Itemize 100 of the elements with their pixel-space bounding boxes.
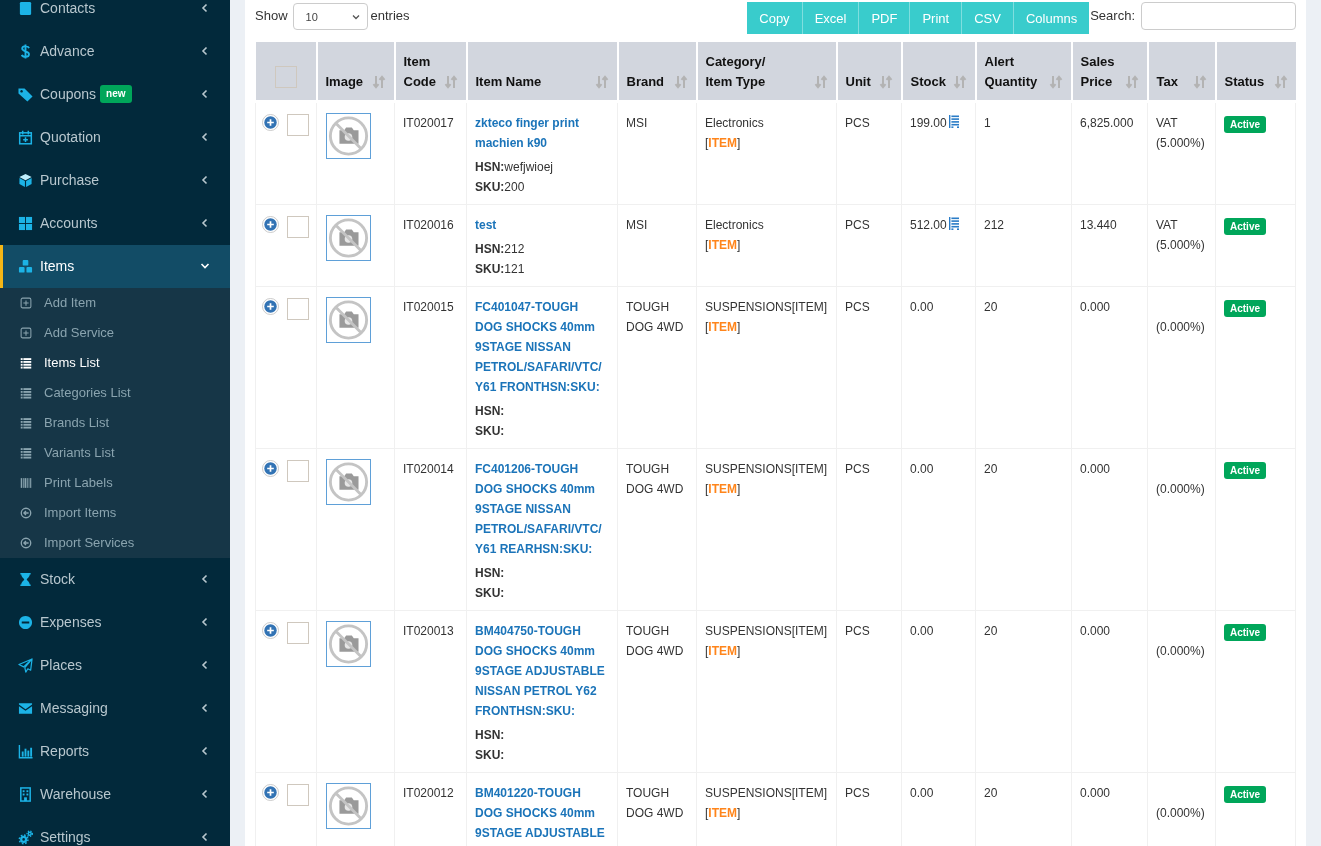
cubes-icon <box>18 258 33 274</box>
column-header[interactable]: Stock <box>901 42 976 102</box>
plus-circle-icon[interactable] <box>262 114 279 131</box>
table-cell: 1 <box>975 101 1072 205</box>
sidebar-item[interactable]: Places <box>0 643 230 687</box>
sidebar-item[interactable]: Quotation <box>0 115 230 159</box>
circle-arrow-left-icon <box>20 536 32 549</box>
plus-circle-icon[interactable] <box>262 298 279 315</box>
category-text: SUSPENSIONS[ITEM] <box>705 623 828 640</box>
column-header[interactable]: Status <box>1215 42 1296 102</box>
sidebar-item[interactable]: Accounts <box>0 201 230 245</box>
table-cell: 0.000 <box>1071 448 1148 611</box>
row-checkbox[interactable] <box>287 622 309 644</box>
sort-icon <box>1273 75 1288 89</box>
column-header[interactable]: Tax <box>1147 42 1216 102</box>
hsn-text: HSN: <box>475 565 505 582</box>
submenu-item[interactable]: Add Item <box>0 287 230 318</box>
submenu-item[interactable]: Print Labels <box>0 467 230 498</box>
table-cell: 20 <box>975 448 1072 611</box>
sidebar-item[interactable]: Coupons new <box>0 72 230 116</box>
sidebar-item[interactable]: Advance <box>0 29 230 73</box>
table-cell: 13.440 <box>1071 204 1148 287</box>
row-checkbox[interactable] <box>287 460 309 482</box>
status-badge: Active <box>1224 786 1266 803</box>
plus-circle-icon[interactable] <box>262 784 279 801</box>
item-name-link[interactable]: test <box>475 215 497 235</box>
list-icon <box>20 356 32 369</box>
column-header[interactable]: Alert Quantity <box>975 42 1072 102</box>
no-camera-icon <box>326 621 371 667</box>
sidebar-item[interactable]: Settings <box>0 815 230 846</box>
column-header[interactable]: Item Code <box>394 42 467 102</box>
sidebar-item[interactable]: Stock <box>0 557 230 601</box>
row-checkbox[interactable] <box>287 298 309 320</box>
select-all-checkbox[interactable] <box>274 66 297 88</box>
grid-icon <box>18 215 33 231</box>
calendar-plus-icon <box>18 129 33 145</box>
item-name-link[interactable]: BM404750-TOUGH DOG SHOCKS 40mm 9STAGE ADJUSTABLE NISSAN PETROL Y62 FRONTHSN:SKU: <box>475 621 608 721</box>
table-cell: IT020016 <box>394 204 467 287</box>
sidebar-item[interactable]: Warehouse <box>0 772 230 816</box>
status-badge: Active <box>1224 218 1266 235</box>
no-camera-icon <box>326 459 371 505</box>
column-header[interactable]: Unit <box>836 42 902 102</box>
sidebar-item[interactable]: Items <box>0 244 230 288</box>
status-badge: Active <box>1224 462 1266 479</box>
column-header[interactable]: Brand <box>617 42 697 102</box>
column-header[interactable]: Category/ Item Type <box>696 42 837 102</box>
table-cell: 0.000 <box>1071 610 1148 773</box>
submenu-item[interactable]: Items List <box>0 347 230 378</box>
column-header[interactable]: Image <box>316 42 395 102</box>
stock-value: 512.00 <box>910 218 947 232</box>
sidebar-item[interactable]: Purchase <box>0 158 230 202</box>
list-icon[interactable] <box>948 217 959 230</box>
item-name-link[interactable]: zkteco finger print machien k90 <box>475 113 608 153</box>
sku-text: SKU:200 <box>475 179 525 196</box>
sidebar-item[interactable]: Reports <box>0 729 230 773</box>
submenu-item[interactable]: Brands List <box>0 407 230 438</box>
item-type-text: [ITEM] <box>705 481 742 498</box>
item-type-text: [ITEM] <box>705 805 742 822</box>
plus-square-icon <box>20 326 32 339</box>
table-cell: 212 <box>975 204 1072 287</box>
submenu-item[interactable]: Variants List <box>0 437 230 468</box>
plus-circle-icon[interactable] <box>262 622 279 639</box>
list-icon[interactable] <box>948 115 959 128</box>
plus-circle-icon[interactable] <box>262 216 279 233</box>
book-icon <box>18 0 33 16</box>
row-checkbox[interactable] <box>287 784 309 806</box>
item-name-link[interactable]: FC401206-TOUGH DOG SHOCKS 40mm 9STAGE NISSAN PETROL/SAFARI/VTC/Y61 REARHSN:SKU: <box>475 459 608 559</box>
gears-icon <box>18 829 33 845</box>
tax-rate: (0.000%) <box>1156 319 1206 336</box>
item-name-link[interactable]: FC401047-TOUGH DOG SHOCKS 40mm 9STAGE NISSAN PETROL/SAFARI/VTC/Y61 FRONTHSN:SKU: <box>475 297 608 397</box>
submenu-item[interactable]: Import Items <box>0 497 230 528</box>
sort-icon <box>1124 75 1139 89</box>
table-cell: PCS <box>836 448 902 611</box>
circle-arrow-left-icon <box>20 506 32 519</box>
sku-text: SKU: <box>475 747 505 764</box>
table-cell: IT020014 <box>394 448 467 611</box>
row-checkbox[interactable] <box>287 216 309 238</box>
submenu-item[interactable]: Add Service <box>0 317 230 348</box>
list-icon <box>20 416 32 429</box>
sidebar-item[interactable]: Messaging <box>0 686 230 730</box>
list-icon <box>20 446 32 459</box>
sidebar-item[interactable]: Contacts <box>0 0 230 30</box>
sort-icon <box>673 75 688 89</box>
row-checkbox[interactable] <box>287 114 309 136</box>
stock-value: 0.00 <box>910 462 934 476</box>
table-cell: PCS <box>836 101 902 205</box>
column-header[interactable]: Sales Price <box>1071 42 1148 102</box>
plus-circle-icon[interactable] <box>262 460 279 477</box>
search-field[interactable] <box>1141 2 1296 30</box>
item-type-text: [ITEM] <box>705 319 742 336</box>
category-text: SUSPENSIONS[ITEM] <box>705 299 828 316</box>
new-badge: new <box>100 85 132 103</box>
no-camera-icon <box>326 113 371 159</box>
column-header[interactable]: Item Name <box>466 42 618 102</box>
submenu-item[interactable]: Categories List <box>0 377 230 408</box>
tax-name: VAT <box>1156 217 1179 234</box>
entries-select[interactable]: 10 <box>292 3 368 30</box>
submenu-item[interactable]: Import Services <box>0 527 230 558</box>
sidebar-item[interactable]: Expenses <box>0 600 230 644</box>
table-cell: TOUGH DOG 4WD <box>617 610 697 773</box>
